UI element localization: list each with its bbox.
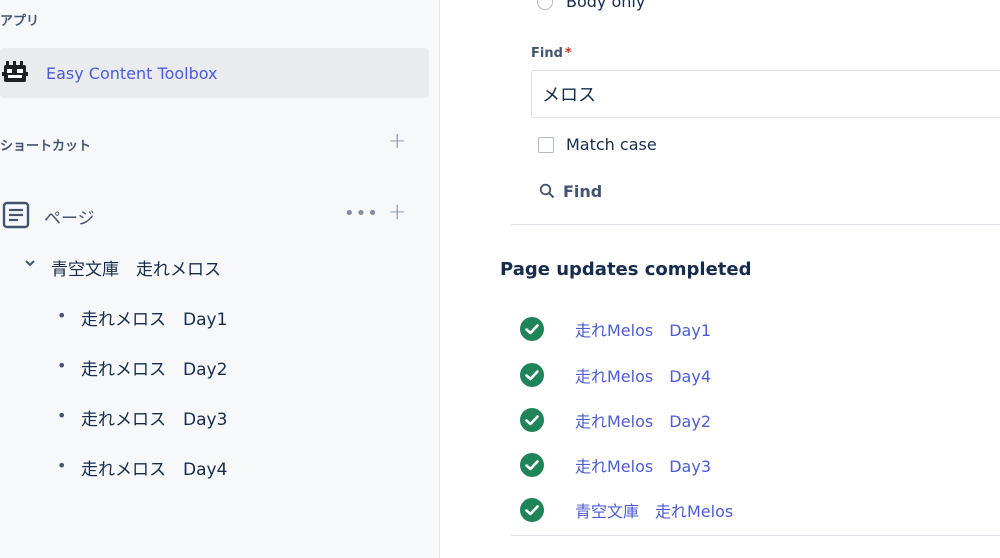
- apps-section-title: アプリ: [0, 14, 40, 29]
- app-item-label: Easy Content Toolbox: [46, 63, 218, 83]
- find-label-text: Find: [531, 46, 563, 61]
- add-page-plus-icon[interactable]: +: [388, 202, 406, 224]
- page-tree-item[interactable]: • 走れメロス Day2: [0, 354, 430, 380]
- radio-body-only[interactable]: Body only: [537, 0, 645, 11]
- check-circle-icon: [519, 497, 545, 523]
- app-logo-icon: [2, 60, 28, 86]
- shortcuts-section-title: ショートカット: [0, 139, 92, 154]
- divider: [511, 224, 1000, 225]
- page-tree-item-label: 走れメロス Day4: [81, 460, 228, 480]
- required-mark: *: [564, 46, 572, 61]
- check-circle-icon: [519, 316, 545, 342]
- bullet-icon: •: [57, 356, 67, 375]
- result-row: 走れMelos Day1: [519, 315, 999, 343]
- page-tree-item[interactable]: • 走れメロス Day3: [0, 404, 430, 430]
- sidebar-item-pages[interactable]: ページ ••• +: [0, 200, 430, 230]
- main-panel: Body only Find* Match case Find Page upd…: [441, 0, 1000, 558]
- sidebar: アプリ Easy Content Toolbox ショートカット + ページ •…: [0, 0, 440, 558]
- check-circle-icon: [519, 407, 545, 433]
- result-page-link[interactable]: 走れMelos Day1: [575, 317, 711, 341]
- page-tree-item-label: 走れメロス Day1: [81, 310, 228, 330]
- check-circle-icon: [519, 362, 545, 388]
- page-tree-item-label: 走れメロス Day3: [81, 410, 228, 430]
- bullet-icon: •: [57, 406, 67, 425]
- radio-button[interactable]: [537, 0, 553, 10]
- divider: [511, 535, 1000, 536]
- more-options-icon[interactable]: •••: [344, 205, 379, 223]
- page-document-icon: [2, 201, 30, 229]
- result-row: 走れMelos Day3: [519, 451, 999, 479]
- bullet-icon: •: [57, 456, 67, 475]
- result-page-link[interactable]: 青空文庫 走れMelos: [575, 498, 733, 522]
- result-page-link[interactable]: 走れMelos Day2: [575, 408, 711, 432]
- sidebar-item-easy-content-toolbox[interactable]: Easy Content Toolbox: [0, 48, 429, 98]
- result-page-link[interactable]: 走れMelos Day3: [575, 453, 711, 477]
- updates-title: Page updates completed: [500, 259, 752, 280]
- result-row: 走れMelos Day2: [519, 406, 999, 434]
- find-field-label: Find *: [531, 46, 572, 61]
- match-case-checkbox-row[interactable]: Match case: [538, 135, 657, 154]
- page-tree-item-parent[interactable]: 青空文庫 走れメロス: [0, 254, 430, 280]
- result-page-link[interactable]: 走れMelos Day4: [575, 363, 711, 387]
- page-tree-item-label: 走れメロス Day2: [81, 360, 228, 380]
- add-shortcut-plus-icon[interactable]: +: [388, 131, 406, 153]
- chevron-down-icon[interactable]: [24, 257, 36, 273]
- page-tree-parent-label: 青空文庫 走れメロス: [51, 260, 221, 280]
- result-row: 青空文庫 走れMelos: [519, 496, 999, 524]
- match-case-checkbox[interactable]: [538, 136, 554, 153]
- pages-label: ページ: [44, 209, 95, 229]
- search-icon: [539, 183, 555, 199]
- find-button[interactable]: Find: [539, 176, 602, 206]
- match-case-label: Match case: [566, 135, 657, 154]
- result-row: 走れMelos Day4: [519, 361, 999, 389]
- find-input[interactable]: [531, 70, 1000, 118]
- bullet-icon: •: [57, 306, 67, 325]
- check-circle-icon: [519, 452, 545, 478]
- radio-body-only-label: Body only: [566, 0, 646, 11]
- page-tree-item[interactable]: • 走れメロス Day4: [0, 454, 430, 480]
- page-tree-item[interactable]: • 走れメロス Day1: [0, 304, 430, 330]
- find-button-label: Find: [563, 181, 603, 201]
